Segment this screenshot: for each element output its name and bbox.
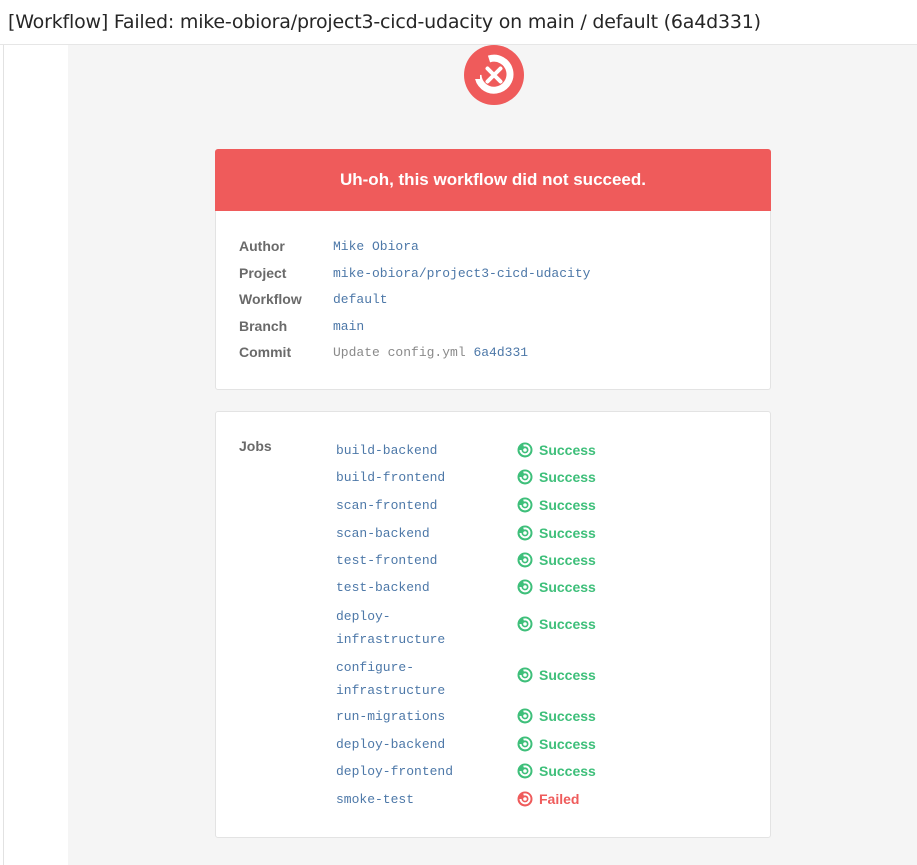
commit-hash-link[interactable]: 6a4d331 xyxy=(473,345,528,360)
job-status-success: Success xyxy=(517,442,596,458)
status-success-icon xyxy=(517,497,533,513)
job-status-success: Success xyxy=(517,469,596,485)
job-name-link[interactable]: scan-backend xyxy=(336,522,476,545)
jobs-card: Jobs build-backend Success build-frontend S… xyxy=(215,411,771,838)
jobs-label: Jobs xyxy=(239,438,272,454)
job-status-success: Success xyxy=(517,667,596,683)
project-link[interactable]: mike-obiora/project3-cicd-udacity xyxy=(333,266,590,281)
job-status-label: Success xyxy=(539,469,596,485)
job-name-link[interactable]: test-frontend xyxy=(336,549,476,572)
job-name-link[interactable]: build-backend xyxy=(336,439,476,462)
job-status-label: Success xyxy=(539,525,596,541)
job-name-link[interactable]: smoke-test xyxy=(336,788,476,811)
status-success-icon xyxy=(517,469,533,485)
job-name-link[interactable]: deploy-infrastructure xyxy=(336,605,466,651)
status-success-icon xyxy=(517,579,533,595)
branch-link[interactable]: main xyxy=(333,319,364,334)
job-status-success: Success xyxy=(517,579,596,595)
failure-banner: Uh-oh, this workflow did not succeed. xyxy=(215,149,771,211)
job-status-label: Success xyxy=(539,667,596,683)
status-success-icon xyxy=(517,708,533,724)
job-status-label: Success xyxy=(539,708,596,724)
job-status-success: Success xyxy=(517,525,596,541)
job-status-failed: Failed xyxy=(517,791,579,807)
status-success-icon xyxy=(517,525,533,541)
workflow-summary-card: Uh-oh, this workflow did not succeed. Au… xyxy=(215,149,771,390)
job-status-success: Success xyxy=(517,708,596,724)
job-name-link[interactable]: run-migrations xyxy=(336,705,476,728)
job-status-success: Success xyxy=(517,552,596,568)
workflow-label: Workflow xyxy=(239,291,302,307)
status-success-icon xyxy=(517,736,533,752)
job-name-link[interactable]: build-frontend xyxy=(336,466,476,489)
author-label: Author xyxy=(239,238,285,254)
status-success-icon xyxy=(517,552,533,568)
job-status-label: Success xyxy=(539,497,596,513)
job-name-link[interactable]: configure-infrastructure xyxy=(336,656,466,702)
commit-label: Commit xyxy=(239,344,292,360)
left-rule xyxy=(3,45,4,865)
commit-message: Update config.yml xyxy=(333,345,466,360)
status-failed-icon xyxy=(517,791,533,807)
job-status-label: Success xyxy=(539,763,596,779)
status-success-icon xyxy=(517,442,533,458)
job-status-label: Failed xyxy=(539,791,580,807)
job-name-link[interactable]: scan-frontend xyxy=(336,494,476,517)
job-status-success: Success xyxy=(517,736,596,752)
job-name-link[interactable]: deploy-frontend xyxy=(336,760,476,783)
job-status-success: Success xyxy=(517,616,596,632)
email-subject: [Workflow] Failed: mike-obiora/project3-… xyxy=(8,11,761,33)
job-status-label: Success xyxy=(539,736,596,752)
circleci-failed-logo-icon xyxy=(464,45,524,105)
job-status-label: Success xyxy=(539,442,596,458)
job-status-label: Success xyxy=(539,552,596,568)
commit-row: Update config.yml 6a4d331 xyxy=(333,345,528,360)
workflow-link[interactable]: default xyxy=(333,292,388,307)
job-status-success: Success xyxy=(517,497,596,513)
status-success-icon xyxy=(517,616,533,632)
job-status-success: Success xyxy=(517,763,596,779)
job-name-link[interactable]: test-backend xyxy=(336,576,476,599)
job-status-label: Success xyxy=(539,579,596,595)
job-status-label: Success xyxy=(539,616,596,632)
job-name-link[interactable]: deploy-backend xyxy=(336,733,476,756)
project-label: Project xyxy=(239,265,287,281)
author-link[interactable]: Mike Obiora xyxy=(333,239,419,254)
status-success-icon xyxy=(517,667,533,683)
status-success-icon xyxy=(517,763,533,779)
branch-label: Branch xyxy=(239,318,288,334)
